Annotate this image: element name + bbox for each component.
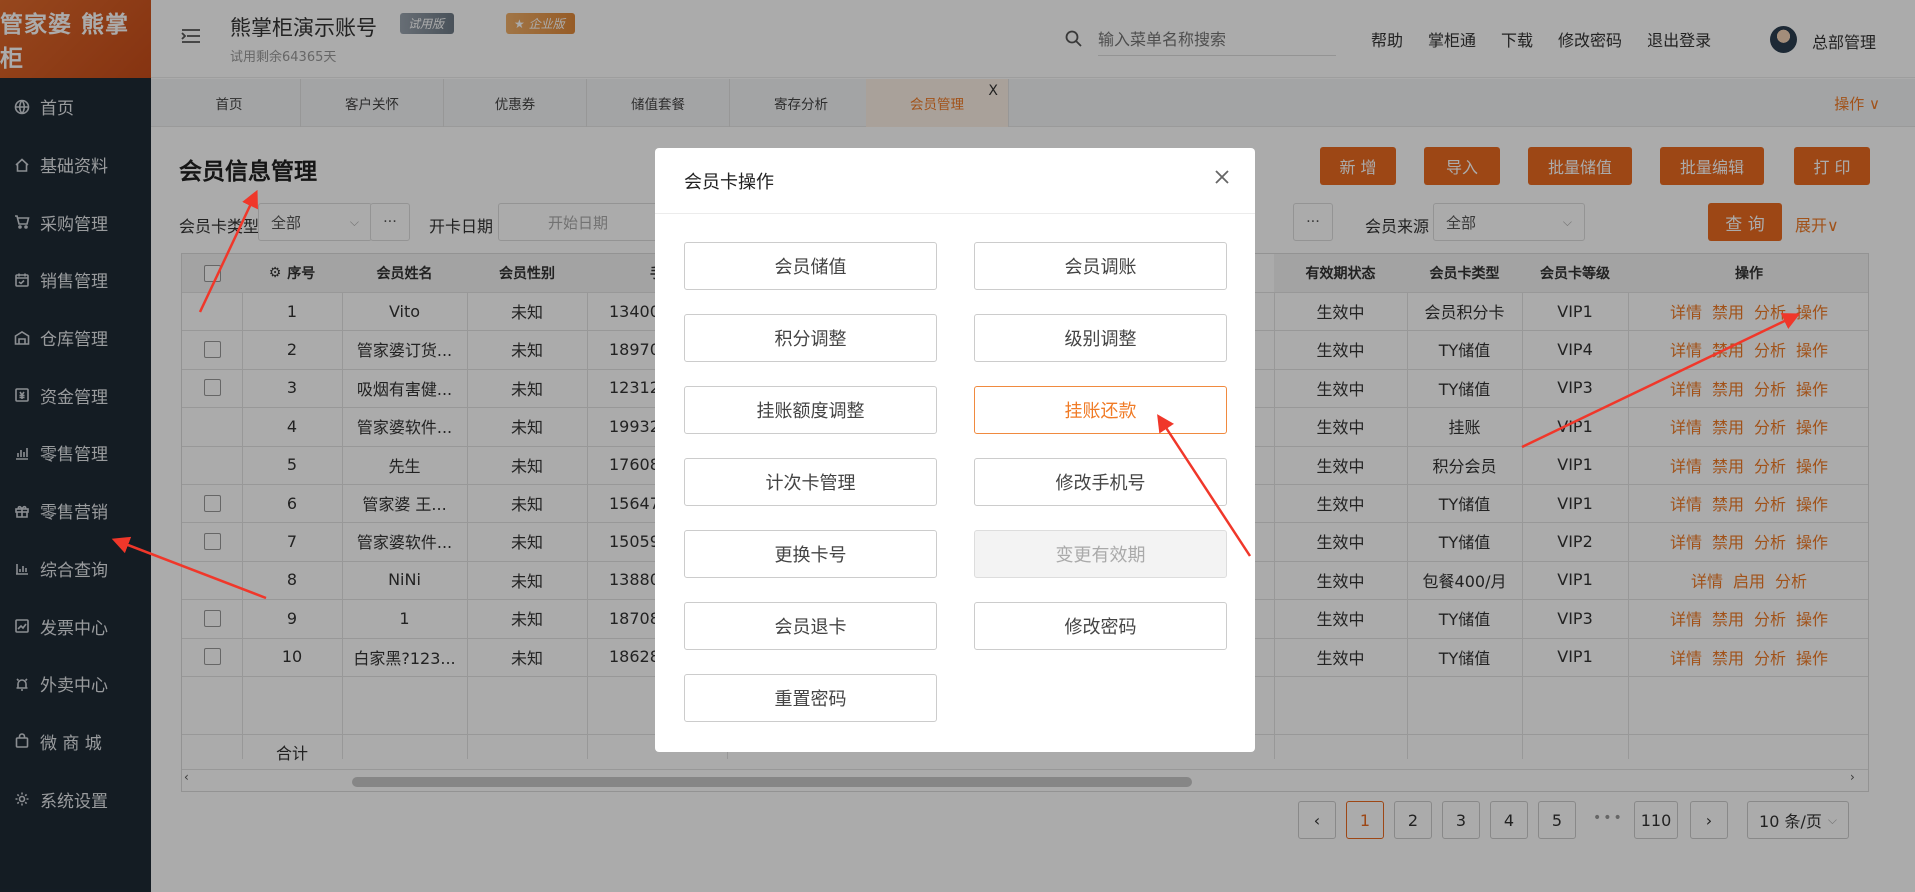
- op-button-9[interactable]: 更换卡号: [684, 530, 937, 578]
- op-button-12[interactable]: 修改密码: [974, 602, 1227, 650]
- dialog-divider: [655, 213, 1255, 214]
- op-button-3[interactable]: 积分调整: [684, 314, 937, 362]
- op-button-1[interactable]: 会员储值: [684, 242, 937, 290]
- close-icon[interactable]: [1213, 168, 1231, 186]
- member-card-operations-dialog: 会员卡操作 会员储值 会员调账 积分调整 级别调整 挂账额度调整 挂账还款 计次卡管理 修改手…: [655, 148, 1255, 752]
- op-button-2[interactable]: 会员调账: [974, 242, 1227, 290]
- op-button-13[interactable]: 重置密码: [684, 674, 937, 722]
- op-button-7[interactable]: 计次卡管理: [684, 458, 937, 506]
- app: 管家婆 熊掌柜 首页 基础资料 采购管理 销售管理 仓库管理 资金管理 零售管理 零售营销 综合…: [0, 0, 1915, 892]
- dialog-title: 会员卡操作: [684, 172, 774, 193]
- op-button-5[interactable]: 挂账额度调整: [684, 386, 937, 434]
- op-button-6[interactable]: 挂账还款: [974, 386, 1227, 434]
- op-button-10: 变更有效期: [974, 530, 1227, 578]
- op-button-4[interactable]: 级别调整: [974, 314, 1227, 362]
- op-button-11[interactable]: 会员退卡: [684, 602, 937, 650]
- op-button-8[interactable]: 修改手机号: [974, 458, 1227, 506]
